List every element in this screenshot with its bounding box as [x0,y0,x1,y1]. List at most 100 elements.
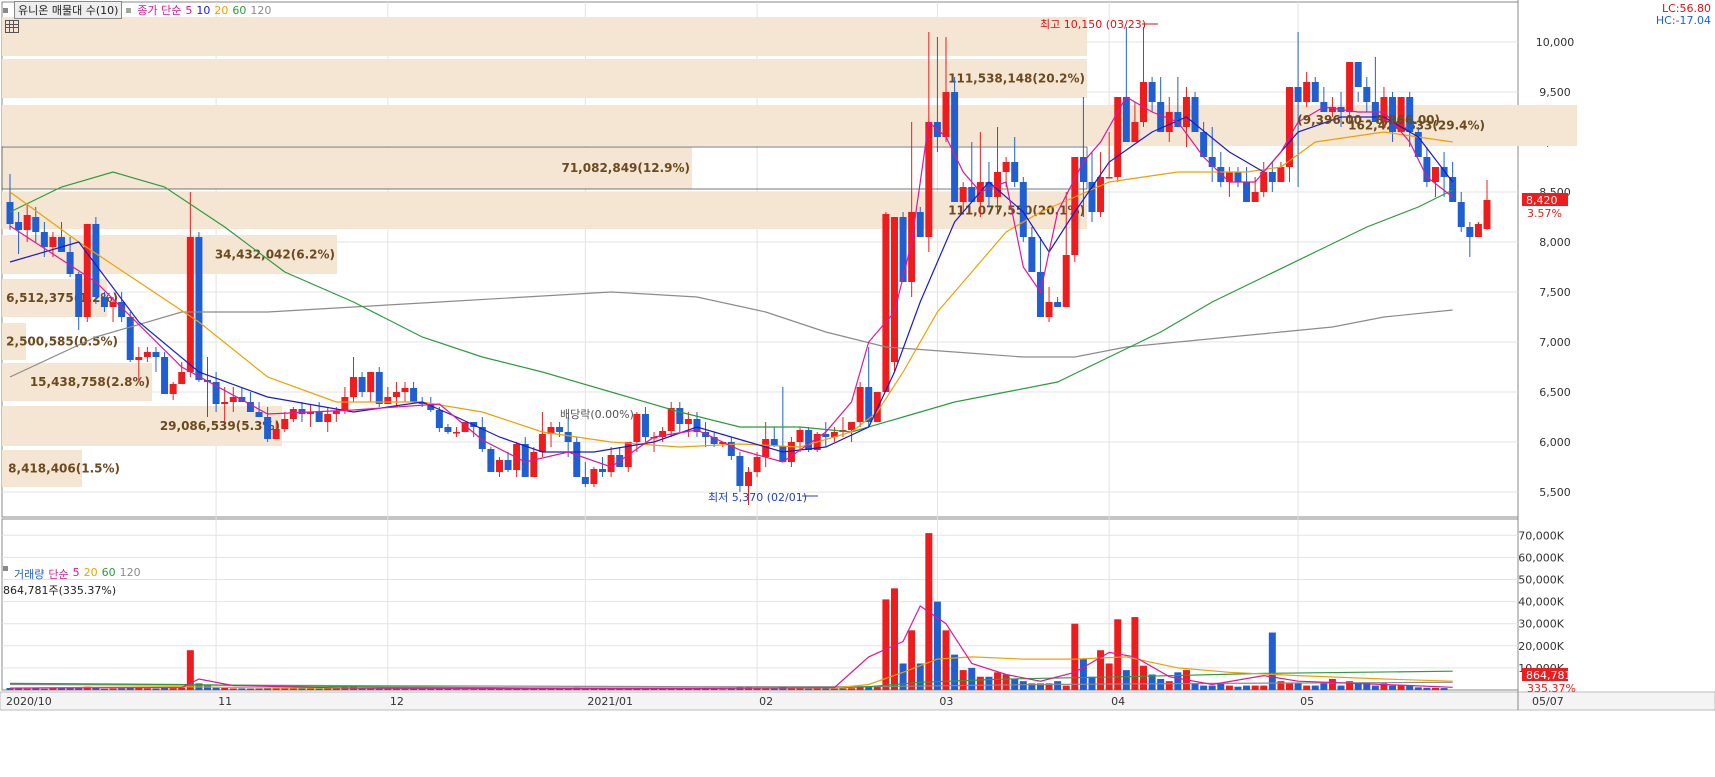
candle-body [15,222,23,230]
ma120-legend: 120 [250,3,272,17]
volume-bar [40,688,48,690]
x-tick-label: 12 [390,695,404,708]
volume-bar [1002,674,1010,690]
candle-body [882,214,890,392]
candle-body [1311,82,1319,102]
volume-bar [1354,683,1362,690]
volume-label[interactable]: 거래량 [14,566,44,582]
volume-bar [994,672,1002,690]
candle-body [1457,202,1465,227]
candle-body [667,408,675,431]
candle-body [1071,157,1079,255]
volume-bar [1165,681,1173,690]
candle-body [796,430,804,442]
chart-canvas[interactable]: 10,0009,5009,0008,5008,0007,5007,0006,50… [0,0,1715,777]
candle-body [890,217,898,362]
candle-body [186,237,194,372]
volume-bar [143,688,151,690]
candle-body [530,452,538,477]
candle-body [315,412,323,422]
volume-bar [453,689,461,690]
volume-bar [1243,685,1251,690]
stock-chart-window: 10,0009,5009,0008,5008,0007,5007,0006,50… [0,0,1715,777]
candle-body [444,427,452,432]
x-tick-label: 05/07 [1532,695,1564,708]
candle-body [23,215,31,230]
volume-bar [976,676,984,690]
vma20-legend: 20 [83,566,98,579]
volume-bar [100,688,108,690]
price-tick-label: 10,000 [1536,36,1575,49]
volume-bar [848,688,856,690]
candle-body [487,449,495,472]
volume-tick-label: 60,000K [1518,551,1564,564]
candle-body [873,392,881,422]
volume-ma-prefix[interactable]: 단순 [48,566,68,582]
volume-bar [229,688,237,690]
table-icon[interactable] [5,20,19,33]
candle-body [745,472,752,486]
volume-bar [951,654,959,690]
volume-bar [1088,676,1096,690]
volume-profile-label: 2,500,585(0.5%) [6,335,118,349]
candle-body [1251,192,1259,202]
candle-body [1431,167,1439,182]
candle-body [40,232,48,247]
candle-body [298,409,306,414]
volume-bar [1208,685,1216,690]
ma10-legend: 10 [196,3,211,17]
candle-body [49,237,57,247]
candle-body [289,409,297,419]
volume-bar [1062,685,1070,690]
price-tick-label: 7,000 [1539,336,1571,349]
vma60-legend: 60 [101,566,116,579]
volume-bar [470,689,478,690]
volume-panel [1,518,1519,691]
volume-bar [796,688,804,690]
volume-bar [1303,685,1311,690]
volume-tick-label: 20,000K [1518,640,1564,653]
volume-profile-label: 111,538,148(20.2%) [948,72,1085,86]
x-tick-label: 02 [759,695,773,708]
volume-bar [1019,681,1027,690]
candle-body [1225,172,1233,182]
volume-bar [1200,685,1208,690]
candle-body [143,352,151,357]
candle-body [753,457,761,472]
volume-bar [1217,683,1225,690]
volume-legend: 거래량 단순 5 20 60 120 [3,566,141,582]
volume-tick-label: 30,000K [1518,618,1564,631]
high-price-annotation: 최고 10,150 (03/23) [1040,18,1146,31]
candle-body [1097,177,1105,212]
volume-bar [1122,670,1130,690]
ma-prefix[interactable]: 종가 단순 [137,2,181,18]
volume-tick-label: 40,000K [1518,596,1564,609]
candle-body [1217,167,1225,182]
ma5-legend: 5 [185,3,193,17]
volume-bar [1371,685,1379,690]
ma20-legend: 20 [214,3,229,17]
volume-bar [1423,687,1431,690]
volume-bar [324,688,332,690]
candle-body [495,460,503,472]
volume-bar [1054,681,1062,690]
price-tick-label: 6,500 [1539,386,1571,399]
volume-bar [1234,686,1242,690]
candle-body [538,434,546,452]
vma120-legend: 120 [119,566,141,579]
candle-body [1122,97,1130,142]
volume-bar [1337,685,1345,690]
x-tick-label: 03 [939,695,953,708]
candle-body [255,412,263,417]
stock-name-box[interactable]: 유니온 매물대 수(10) [14,1,123,19]
volume-bar [805,688,813,690]
candle-body [1054,302,1062,307]
candle-body [848,422,856,430]
volume-bar [255,688,263,690]
volume-bar [246,688,254,690]
candle-body [1011,162,1019,182]
volume-bar [1251,685,1259,690]
candle-body [641,414,649,437]
volume-bar [1079,659,1087,690]
volume-bar [281,688,289,690]
